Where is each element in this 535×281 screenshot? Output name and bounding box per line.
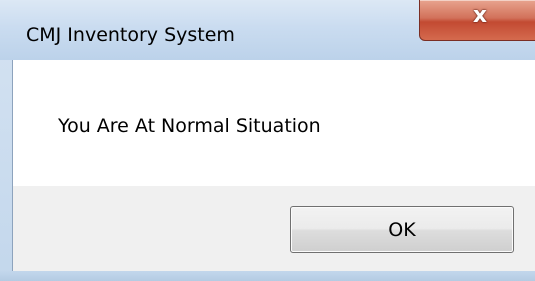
close-button[interactable]: x	[419, 0, 535, 41]
dialog-body: You Are At Normal Situation OK	[12, 60, 535, 271]
window-title: CMJ Inventory System	[26, 24, 235, 46]
message-dialog: CMJ Inventory System x You Are At Normal…	[0, 0, 535, 281]
window-bottom-border	[0, 271, 535, 281]
title-bar[interactable]: CMJ Inventory System x	[0, 0, 535, 60]
ok-button[interactable]: OK	[290, 206, 514, 253]
close-icon: x	[472, 3, 488, 28]
message-text: You Are At Normal Situation	[58, 115, 321, 137]
message-area: You Are At Normal Situation	[13, 60, 535, 186]
